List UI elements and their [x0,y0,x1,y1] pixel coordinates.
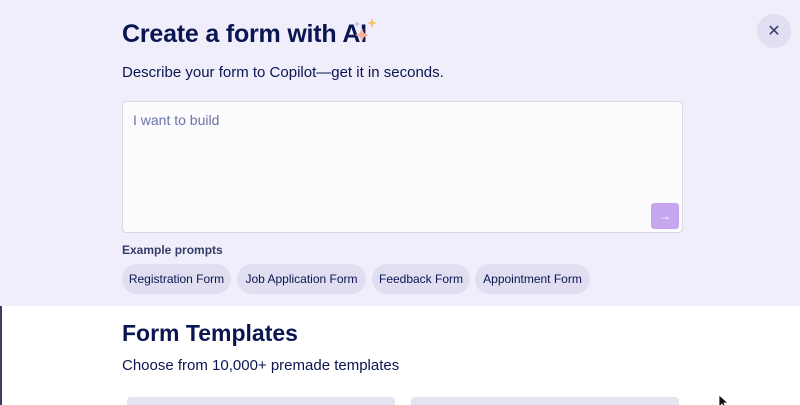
ai-form-modal: Create a form with AI Describe your form… [0,0,800,405]
send-button[interactable]: → [651,203,679,229]
example-prompts-label: Example prompts [122,243,223,257]
ai-panel: Create a form with AI Describe your form… [0,0,800,306]
arrow-right-icon: → [659,209,671,223]
prompt-input[interactable] [133,112,643,202]
example-chip-registration[interactable]: Registration Form [122,264,231,294]
mouse-cursor-icon [718,395,730,405]
close-icon: ✕ [767,23,781,40]
templates-subtitle: Choose from 10,000+ premade templates [122,357,400,374]
template-card[interactable] [127,397,395,405]
modal-subtitle: Describe your form to Copilot—get it in … [122,64,444,81]
prompt-box: → [122,101,683,233]
template-card[interactable] [411,397,679,405]
example-chip-appointment[interactable]: Appointment Form [475,264,590,294]
close-button[interactable]: ✕ [757,14,791,48]
templates-title: Form Templates [122,320,298,346]
modal-title: Create a form with AI [122,20,367,48]
example-chip-job-application[interactable]: Job Application Form [237,264,366,294]
sparkles-icon [354,18,377,42]
example-chip-feedback[interactable]: Feedback Form [372,264,470,294]
